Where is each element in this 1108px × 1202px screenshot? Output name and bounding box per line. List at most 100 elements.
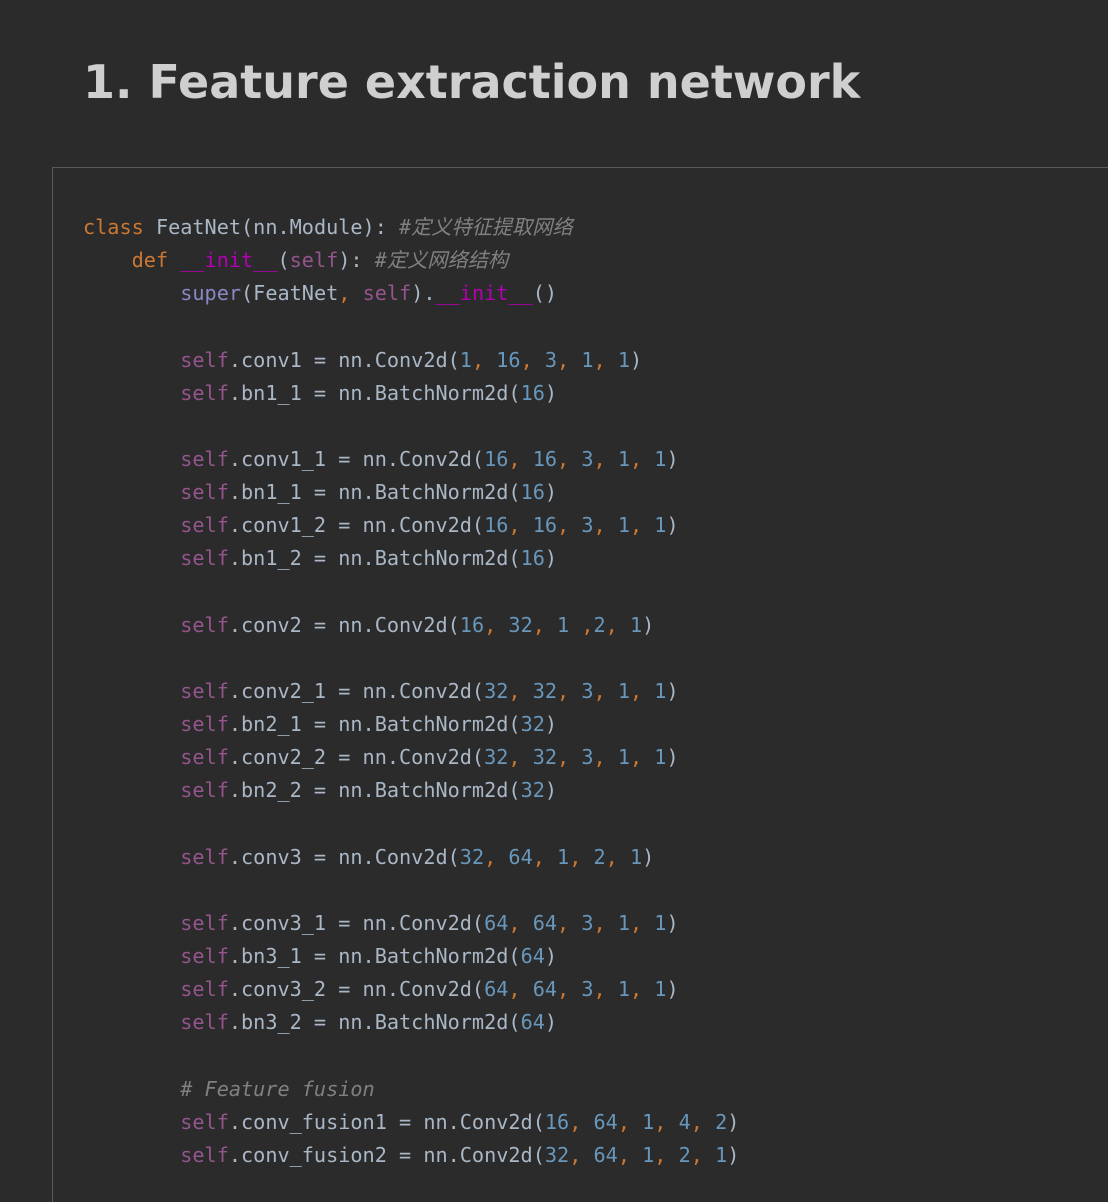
code-self: self bbox=[180, 910, 229, 935]
code-text: ): bbox=[338, 248, 375, 273]
code-number: 1 bbox=[654, 745, 667, 770]
code-punctuation: , bbox=[532, 612, 558, 637]
code-text: ) bbox=[544, 480, 558, 505]
code-magic-method: __init__ bbox=[435, 281, 533, 306]
code-comment: # Feature fusion bbox=[180, 1076, 375, 1101]
code-line: self.conv2_1 = nn.Conv2d(32, 32, 3, 1, 1… bbox=[83, 675, 739, 708]
code-number: 64 bbox=[593, 1109, 618, 1134]
code-number: 64 bbox=[532, 977, 558, 1002]
code-blank-line bbox=[83, 874, 739, 907]
code-line: self.bn3_1 = nn.BatchNorm2d(64) bbox=[83, 940, 739, 973]
code-blank-line bbox=[83, 642, 739, 675]
code-number: 16 bbox=[520, 480, 545, 505]
code-number: 32 bbox=[508, 612, 533, 637]
code-cell[interactable]: class FeatNet(nn.Module): #定义特征提取网络 def … bbox=[52, 167, 1108, 1202]
code-punctuation: , bbox=[593, 347, 618, 372]
code-line: self.bn1_1 = nn.BatchNorm2d(16) bbox=[83, 476, 739, 509]
code-punctuation: , bbox=[593, 446, 618, 471]
code-text: ) bbox=[666, 745, 679, 770]
code-number: 1 bbox=[459, 347, 472, 372]
code-text: .bn3_2 = nn.BatchNorm2d( bbox=[228, 1010, 521, 1035]
code-text: .conv2 = nn.Conv2d( bbox=[228, 612, 460, 637]
code-punctuation: , bbox=[617, 1109, 643, 1134]
code-line: self.conv3 = nn.Conv2d(32, 64, 1, 2, 1) bbox=[83, 841, 739, 874]
code-number: 64 bbox=[520, 944, 545, 969]
code-text: FeatNet(nn.Module): bbox=[155, 215, 400, 239]
code-number: 16 bbox=[484, 446, 509, 471]
notebook-page: 1. Feature extraction network class Feat… bbox=[0, 0, 1108, 1202]
code-number: 2 bbox=[715, 1109, 728, 1134]
code-number: 16 bbox=[459, 612, 485, 637]
code-number: 1 bbox=[617, 513, 630, 538]
code-number: 64 bbox=[484, 977, 509, 1002]
code-line: self.bn1_1 = nn.BatchNorm2d(16) bbox=[83, 377, 739, 410]
code-number: 1 bbox=[654, 910, 667, 935]
code-number: 16 bbox=[532, 446, 558, 471]
code-line: self.bn3_2 = nn.BatchNorm2d(64) bbox=[83, 1006, 739, 1039]
code-number: 1 bbox=[617, 977, 630, 1002]
code-blank-line bbox=[83, 576, 739, 609]
code-punctuation: , bbox=[508, 910, 533, 935]
code-text: ) bbox=[666, 446, 679, 471]
code-punctuation: , bbox=[557, 678, 582, 703]
code-self: self bbox=[362, 281, 412, 306]
code-number: 1 bbox=[617, 745, 630, 770]
code-text: .conv1 = nn.Conv2d( bbox=[228, 347, 460, 372]
code-punctuation: , bbox=[484, 844, 509, 869]
code-text: ( bbox=[277, 248, 290, 273]
code-number: 32 bbox=[544, 1142, 570, 1167]
code-line: self.bn1_2 = nn.BatchNorm2d(16) bbox=[83, 542, 739, 575]
code-number: 1 bbox=[557, 844, 570, 869]
code-line: self.bn2_1 = nn.BatchNorm2d(32) bbox=[83, 708, 739, 741]
code-number: 16 bbox=[520, 380, 545, 405]
code-builtin: super bbox=[180, 281, 242, 306]
code-text: ) bbox=[666, 910, 679, 935]
code-text: .conv1_1 = nn.Conv2d( bbox=[228, 446, 485, 471]
code-line: def __init__(self): #定义网络结构 bbox=[83, 244, 739, 277]
code-text: .conv2_1 = nn.Conv2d( bbox=[228, 678, 485, 703]
code-punctuation: , bbox=[508, 446, 533, 471]
code-text: .conv2_2 = nn.Conv2d( bbox=[228, 745, 485, 770]
code-punctuation: , bbox=[557, 745, 582, 770]
code-text: .conv3_2 = nn.Conv2d( bbox=[228, 977, 485, 1002]
code-self: self bbox=[180, 546, 229, 571]
code-number: 1 bbox=[617, 347, 630, 372]
code-comment: #定义特征提取网络 bbox=[399, 215, 573, 239]
code-punctuation: , bbox=[338, 281, 363, 306]
code-punctuation: , bbox=[557, 446, 582, 471]
code-punctuation: , bbox=[629, 446, 655, 471]
code-text: () bbox=[532, 281, 558, 306]
code-blank-line bbox=[83, 410, 739, 443]
code-text: ) bbox=[642, 844, 655, 869]
code-number: 2 bbox=[593, 612, 606, 637]
code-number: 3 bbox=[581, 446, 594, 471]
code-number: 16 bbox=[496, 347, 521, 372]
code-self: self bbox=[180, 1010, 229, 1035]
code-self: self bbox=[180, 678, 229, 703]
code-punctuation: , bbox=[605, 844, 630, 869]
code-self: self bbox=[180, 1109, 229, 1134]
code-line: self.conv1 = nn.Conv2d(1, 16, 3, 1, 1) bbox=[83, 344, 739, 377]
code-punctuation: , bbox=[557, 977, 582, 1002]
code-line: class FeatNet(nn.Module): #定义特征提取网络 bbox=[83, 211, 739, 244]
code-number: 32 bbox=[532, 745, 558, 770]
code-number: 1 bbox=[642, 1109, 655, 1134]
code-comment: #定义网络结构 bbox=[374, 248, 509, 273]
code-number: 16 bbox=[544, 1109, 570, 1134]
code-number: 3 bbox=[544, 347, 558, 372]
code-punctuation: , bbox=[593, 977, 618, 1002]
code-self: self bbox=[180, 347, 229, 372]
code-text: ) bbox=[666, 977, 679, 1002]
code-punctuation: , bbox=[569, 844, 594, 869]
code-self: self bbox=[180, 778, 229, 803]
code-punctuation: , bbox=[605, 612, 630, 637]
code-editor[interactable]: class FeatNet(nn.Module): #定义特征提取网络 def … bbox=[83, 211, 739, 1172]
